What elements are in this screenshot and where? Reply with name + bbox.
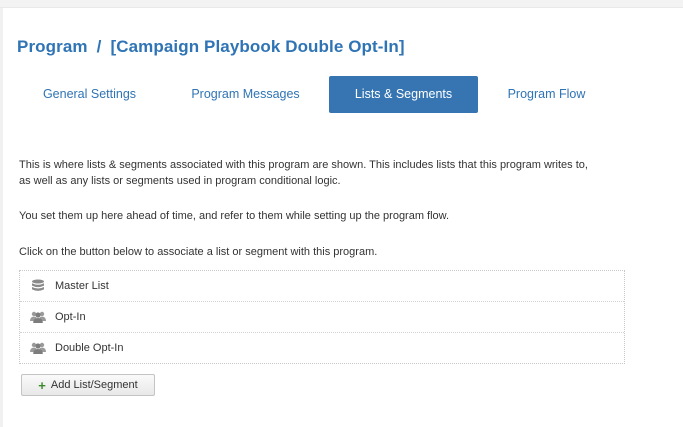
users-icon (30, 310, 46, 324)
add-list-segment-button[interactable]: + Add List/Segment (21, 374, 155, 396)
list-item-name: Opt-In (55, 311, 86, 323)
database-icon (30, 279, 46, 293)
breadcrumb-separator: / (96, 37, 102, 56)
top-bar (0, 0, 683, 8)
breadcrumb-current: [Campaign Playbook Double Opt-In] (110, 37, 405, 56)
list-item[interactable]: Double Opt-In (20, 333, 624, 364)
description-line-1: This is where lists & segments associate… (19, 159, 588, 171)
tab-general-settings[interactable]: General Settings (17, 76, 162, 113)
description-line-3: You set them up here ahead of time, and … (19, 210, 450, 222)
description-line-4: Click on the button below to associate a… (19, 246, 378, 258)
tab-lists-segments[interactable]: Lists & Segments (329, 76, 478, 113)
left-border (0, 8, 3, 427)
list-item[interactable]: Master List (20, 271, 624, 302)
users-icon (30, 341, 46, 355)
tab-bar: General Settings Program Messages Lists … (17, 76, 627, 113)
add-list-segment-label: Add List/Segment (50, 379, 138, 391)
list-item[interactable]: Opt-In (20, 302, 624, 333)
breadcrumb-root[interactable]: Program (17, 37, 88, 56)
list-item-name: Master List (55, 280, 109, 292)
plus-icon: + (38, 377, 46, 393)
breadcrumb: Program / [Campaign Playbook Double Opt-In… (17, 37, 405, 57)
description-line-2: as well as any lists or segments used in… (19, 175, 341, 187)
list-segment-table: Master List Opt-In Double Opt-In (19, 270, 625, 364)
tab-program-flow[interactable]: Program Flow (475, 76, 618, 113)
tab-program-messages[interactable]: Program Messages (173, 76, 318, 113)
list-item-name: Double Opt-In (55, 342, 124, 354)
